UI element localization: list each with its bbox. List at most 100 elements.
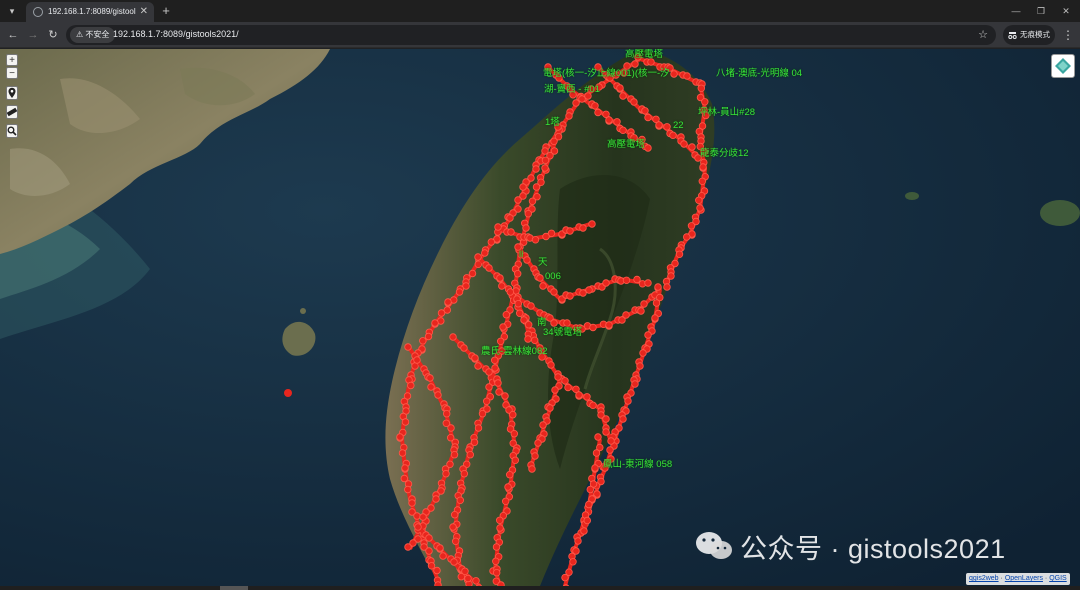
tower-marker[interactable] xyxy=(400,474,408,483)
tower-marker[interactable] xyxy=(644,331,652,339)
tower-marker[interactable] xyxy=(498,282,506,290)
close-window-button[interactable]: ✕ xyxy=(1056,3,1076,19)
tower-marker[interactable] xyxy=(655,121,663,129)
tower-marker[interactable] xyxy=(578,95,586,103)
tower-marker[interactable] xyxy=(566,292,574,300)
tower-marker[interactable] xyxy=(413,356,421,364)
tower-marker[interactable] xyxy=(531,236,540,244)
tower-marker[interactable] xyxy=(697,84,705,92)
tower-marker[interactable] xyxy=(622,276,631,284)
tower-marker[interactable] xyxy=(404,485,412,494)
tower-marker[interactable] xyxy=(404,343,412,351)
tower-marker[interactable] xyxy=(539,421,547,429)
tower-marker[interactable] xyxy=(698,177,706,185)
horizontal-scrollbar[interactable] xyxy=(0,586,1080,590)
tower-marker[interactable] xyxy=(401,464,409,472)
tower-marker[interactable] xyxy=(487,238,495,246)
tower-marker[interactable] xyxy=(449,333,457,341)
tower-marker[interactable] xyxy=(644,113,652,122)
tower-marker[interactable] xyxy=(474,253,482,261)
tower-marker[interactable] xyxy=(528,465,536,473)
tower-marker[interactable] xyxy=(396,433,404,441)
browser-tab[interactable]: 192.168.1.7:8089/gistools2021/ ✕ xyxy=(26,2,154,22)
tower-marker[interactable] xyxy=(524,209,532,218)
tower-marker[interactable] xyxy=(561,573,569,582)
tower-marker[interactable] xyxy=(456,496,464,504)
tower-marker[interactable] xyxy=(616,84,624,92)
tower-marker[interactable] xyxy=(466,451,474,459)
tower-marker[interactable] xyxy=(451,511,459,519)
tower-marker[interactable] xyxy=(569,558,577,566)
tower-marker[interactable] xyxy=(564,383,572,392)
tower-marker[interactable] xyxy=(452,537,460,545)
tower-marker[interactable] xyxy=(589,401,597,409)
tower-marker[interactable] xyxy=(495,388,503,396)
tower-marker[interactable] xyxy=(561,377,569,385)
zoom-in-button[interactable]: + xyxy=(6,54,18,66)
tower-marker[interactable] xyxy=(532,183,541,191)
tab-close-icon[interactable]: ✕ xyxy=(140,5,148,19)
tower-marker[interactable] xyxy=(605,321,613,329)
tower-marker[interactable] xyxy=(419,337,427,345)
tower-marker[interactable] xyxy=(509,411,517,419)
incognito-badge[interactable]: 无痕模式 xyxy=(1003,25,1055,45)
tower-marker[interactable] xyxy=(407,381,415,390)
tower-marker[interactable] xyxy=(550,288,558,296)
tower-marker[interactable] xyxy=(485,383,493,391)
tower-marker[interactable] xyxy=(443,410,451,418)
tower-marker[interactable] xyxy=(565,112,573,120)
tower-marker[interactable] xyxy=(496,516,504,524)
tower-marker[interactable] xyxy=(460,470,468,478)
tower-marker[interactable] xyxy=(450,451,459,459)
tower-marker[interactable] xyxy=(499,323,507,331)
tower-marker[interactable] xyxy=(539,282,547,290)
tower-marker[interactable] xyxy=(541,164,549,172)
forward-button[interactable]: → xyxy=(25,27,41,43)
tower-marker[interactable] xyxy=(602,415,610,423)
tower-marker[interactable] xyxy=(579,289,587,297)
tower-marker[interactable] xyxy=(478,410,487,418)
tower-marker[interactable] xyxy=(644,279,652,287)
tower-marker[interactable] xyxy=(536,274,544,282)
tower-marker[interactable] xyxy=(695,196,703,204)
tower-marker[interactable] xyxy=(541,156,550,164)
tower-marker[interactable] xyxy=(468,269,477,278)
tower-marker[interactable] xyxy=(592,449,601,457)
tower-marker[interactable] xyxy=(523,256,531,264)
tower-marker[interactable] xyxy=(506,471,514,479)
tower-marker[interactable] xyxy=(481,249,489,257)
tower-marker[interactable] xyxy=(622,311,630,319)
tower-marker[interactable] xyxy=(531,452,539,460)
tower-marker[interactable] xyxy=(411,362,419,370)
tower-marker[interactable] xyxy=(464,574,472,583)
tower-marker[interactable] xyxy=(436,544,444,552)
tower-marker[interactable] xyxy=(522,224,530,232)
tower-marker[interactable] xyxy=(613,118,621,126)
tower-marker[interactable] xyxy=(696,204,704,212)
tower-marker[interactable] xyxy=(507,228,515,236)
tower-marker[interactable] xyxy=(427,562,436,570)
tower-marker[interactable] xyxy=(514,196,522,204)
tower-marker[interactable] xyxy=(602,279,610,287)
map-view[interactable]: + − 高壓電塔 電塔(核一-汐止線001)(核一-汐 八堵-澳底-光明線 04… xyxy=(0,49,1080,586)
tower-marker[interactable] xyxy=(594,433,602,441)
tower-marker[interactable] xyxy=(619,415,627,423)
tower-marker[interactable] xyxy=(408,499,416,507)
tower-marker[interactable] xyxy=(424,332,433,341)
tower-marker[interactable] xyxy=(514,269,522,278)
tower-marker[interactable] xyxy=(510,430,518,438)
tower-marker[interactable] xyxy=(574,537,582,545)
tower-marker[interactable] xyxy=(651,314,659,322)
tower-marker[interactable] xyxy=(460,344,468,352)
search-button[interactable] xyxy=(6,124,18,138)
tower-marker[interactable] xyxy=(501,392,509,400)
tower-marker[interactable] xyxy=(442,470,450,478)
tower-marker[interactable] xyxy=(639,349,647,357)
tower-marker[interactable] xyxy=(432,495,440,503)
tower-marker[interactable] xyxy=(485,368,493,376)
tower-marker[interactable] xyxy=(493,569,501,577)
tower-marker[interactable] xyxy=(554,373,562,381)
bookmark-star-icon[interactable]: ☆ xyxy=(978,27,988,43)
tower-marker[interactable] xyxy=(652,299,661,307)
tower-marker[interactable] xyxy=(461,567,469,575)
